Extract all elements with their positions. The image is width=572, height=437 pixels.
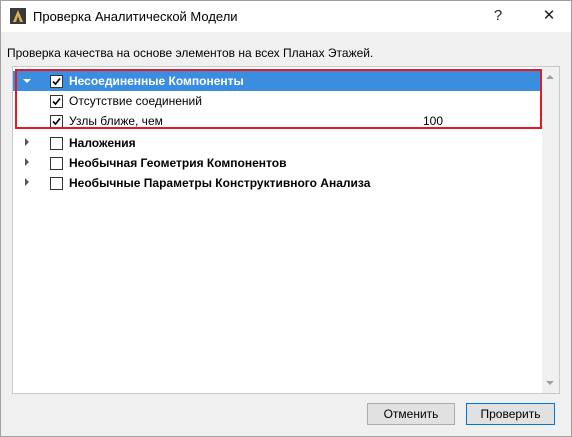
expand-arrow-icon[interactable] <box>25 158 29 166</box>
checkmark-icon <box>52 77 61 86</box>
expand-arrow-icon[interactable] <box>25 138 29 146</box>
expand-arrow-icon[interactable] <box>23 79 31 83</box>
checkbox[interactable] <box>50 75 63 88</box>
tree-row-label: Отсутствие соединений <box>69 94 202 108</box>
tree-row-label: Узлы ближе, чем <box>69 114 163 128</box>
checkbox[interactable] <box>50 115 63 128</box>
checkbox[interactable] <box>50 157 63 170</box>
check-tree: Несоединенные Компоненты Отсутствие соед… <box>12 66 560 394</box>
dialog-window: Проверка Аналитической Модели ? ✕ Провер… <box>0 0 572 437</box>
tree-row-nodes-closer-than[interactable]: Узлы ближе, чем 100 <box>13 111 540 131</box>
distance-value-field[interactable]: 100 <box>423 114 443 128</box>
tree-row-label: Наложения <box>69 136 136 150</box>
description-text: Проверка качества на основе элементов на… <box>7 46 374 60</box>
help-button[interactable]: ? <box>485 4 511 28</box>
tree-row-unconnected-components[interactable]: Несоединенные Компоненты <box>13 71 540 91</box>
tree-row-label: Несоединенные Компоненты <box>69 74 244 88</box>
title-bar: Проверка Аналитической Модели ? ✕ <box>1 1 571 32</box>
checkmark-icon <box>52 117 61 126</box>
vertical-scrollbar[interactable] <box>542 67 559 393</box>
cancel-button[interactable]: Отменить <box>367 403 455 425</box>
checkbox[interactable] <box>50 177 63 190</box>
tree-row-label: Необычные Параметры Конструктивного Анал… <box>69 176 371 190</box>
expand-arrow-icon[interactable] <box>25 178 29 186</box>
tree-row-unusual-geometry[interactable]: Необычная Геометрия Компонентов <box>13 153 540 173</box>
app-logo-icon <box>10 8 26 24</box>
scroll-up-arrow-icon[interactable] <box>546 75 554 79</box>
checkbox[interactable] <box>50 137 63 150</box>
tree-row-unusual-analysis-params[interactable]: Необычные Параметры Конструктивного Анал… <box>13 173 540 193</box>
check-button[interactable]: Проверить <box>466 403 555 425</box>
checkmark-icon <box>52 97 61 106</box>
scroll-down-arrow-icon[interactable] <box>546 381 554 385</box>
tree-row-overlaps[interactable]: Наложения <box>13 133 540 153</box>
tree-row-no-connections[interactable]: Отсутствие соединений <box>13 91 540 111</box>
tree-row-label: Необычная Геометрия Компонентов <box>69 156 287 170</box>
close-button[interactable]: ✕ <box>536 4 562 28</box>
checkbox[interactable] <box>50 95 63 108</box>
window-title: Проверка Аналитической Модели <box>33 9 238 24</box>
